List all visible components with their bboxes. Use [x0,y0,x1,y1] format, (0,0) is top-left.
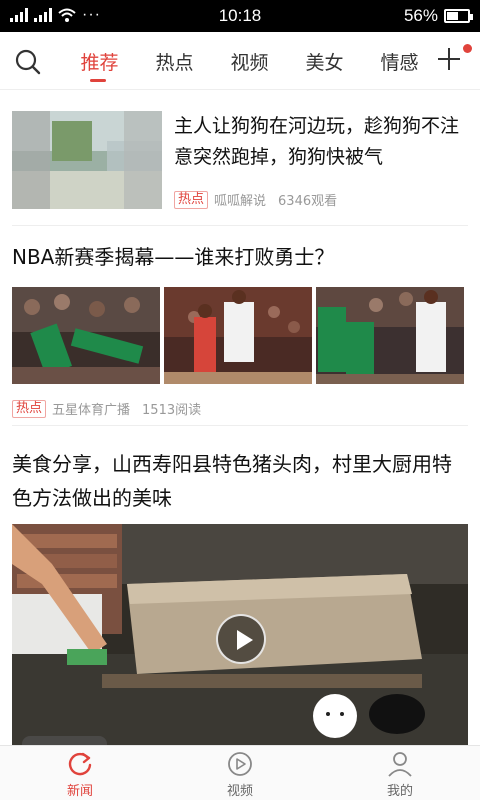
tab-label: 视频 [230,52,269,74]
divider [12,425,468,426]
tab-video[interactable]: 视频 [212,48,287,82]
play-button[interactable] [216,614,266,664]
bottom-tab-video[interactable]: 视频 [160,750,320,799]
search-icon[interactable] [14,48,42,76]
status-right: 56% [403,6,473,26]
feed-item[interactable]: NBA新赛季揭幕——谁来打败勇士？ 热点 五星体育广播 1513阅读 [0,225,480,423]
dog-river-image [12,111,162,209]
tab-label: 热点 [155,52,194,74]
item-image [316,287,464,384]
item-thumbnail [12,111,162,209]
tab-beauty[interactable]: 美女 [287,48,362,82]
hot-tag: 热点 [12,399,47,418]
item-source: 呱呱解说 [214,194,267,209]
basketball-image-2 [164,287,312,384]
hot-tag: 热点 [174,190,209,209]
tab-recommend[interactable]: 推荐 [62,48,137,82]
battery-icon [444,9,473,23]
feed-item[interactable]: 主人让狗狗在河边玩，趁狗狗不注意突然跑掉，狗狗快被气 热点 呱呱解说 6346观… [0,91,480,225]
battery-fill [447,12,459,20]
plus-icon[interactable] [436,46,462,72]
play-circle-icon [228,752,252,776]
bottom-tab-me[interactable]: 我的 [320,750,480,799]
item-stat: 1513阅读 [142,403,202,418]
notification-dot [463,44,472,53]
item-image [164,287,312,384]
tab-underline [90,79,106,82]
battery-percent: 56% [403,6,438,25]
status-bar: ··· 10:18 56% [0,0,480,32]
item-images [12,287,464,384]
tab-label: 情感 [380,52,419,74]
tab-emotion[interactable]: 情感 [362,48,437,82]
basketball-image-3 [316,287,464,384]
category-tabs: 推荐 热点 视频 美女 情感 [62,48,437,82]
item-image [12,287,160,384]
item-title[interactable]: 主人让狗狗在河边玩，趁狗狗不注意突然跑掉，狗狗快被气 [174,111,470,173]
tab-label: 美女 [305,52,344,74]
tab-hot[interactable]: 热点 [137,48,212,82]
feed-item[interactable]: 美食分享，山西寿阳县特色猪头肉，村里大厨用特色方法做出的美味 [0,431,480,745]
refresh-icon [68,752,92,776]
item-meta: 热点 五星体育广播 1513阅读 [12,399,201,418]
item-meta: 热点 呱呱解说 6346观看 [174,190,337,209]
person-icon [388,752,412,777]
tab-label: 推荐 [80,52,119,74]
bottom-tab-news[interactable]: 新闻 [0,750,160,799]
item-title[interactable]: 美食分享，山西寿阳县特色猪头肉，村里大厨用特色方法做出的美味 [12,447,468,515]
basketball-image-1 [12,287,160,384]
video-player[interactable] [12,524,468,745]
bottom-nav: 新闻 视频 我的 [0,745,480,800]
item-title[interactable]: NBA新赛季揭幕——谁来打败勇士？ [12,241,334,270]
item-source: 五星体育广播 [52,403,131,418]
news-feed[interactable]: 主人让狗狗在河边玩，趁狗狗不注意突然跑掉，狗狗快被气 热点 呱呱解说 6346观… [0,91,480,745]
top-nav: 推荐 热点 视频 美女 情感 [0,32,480,90]
bottom-tab-label: 视频 [226,784,253,799]
item-stat: 6346观看 [278,194,338,209]
bottom-tab-label: 新闻 [66,784,93,799]
bottom-tab-label: 我的 [386,784,413,799]
